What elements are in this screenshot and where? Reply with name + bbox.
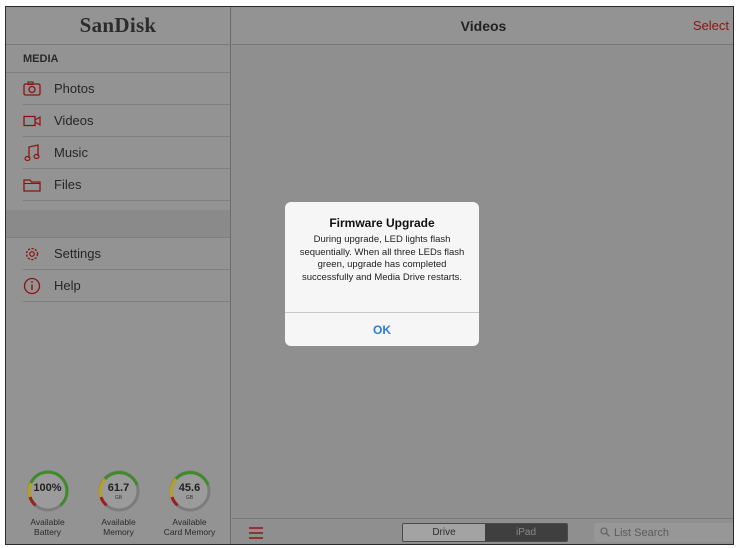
select-button[interactable]: Select bbox=[693, 18, 729, 33]
card-memory-unit: GB bbox=[185, 495, 194, 501]
sandisk-logo: SanDisk bbox=[79, 13, 157, 37]
search-placeholder: List Search bbox=[614, 526, 670, 539]
card-memory-caption: Available Card Memory bbox=[163, 517, 216, 537]
sidebar-item-photos[interactable]: Photos bbox=[23, 73, 230, 105]
media-section-label: MEDIA bbox=[6, 45, 230, 73]
memory-caption: Available Memory bbox=[101, 517, 136, 537]
segment-ipad[interactable]: iPad bbox=[485, 524, 567, 541]
music-note-icon bbox=[23, 143, 41, 162]
logo-bar: SanDisk bbox=[6, 7, 230, 45]
storage-gauges: 100% Available Battery 61.7 GB Available… bbox=[6, 469, 231, 537]
battery-gauge: 100% Available Battery bbox=[15, 469, 81, 537]
card-memory-value: 45.6 bbox=[178, 482, 201, 494]
firmware-upgrade-alert: Firmware Upgrade During upgrade, LED lig… bbox=[285, 202, 479, 346]
sidebar-item-music[interactable]: Music bbox=[23, 137, 230, 169]
bottom-toolbar: Drive iPad List Search bbox=[232, 518, 733, 544]
page-title: Videos bbox=[460, 18, 507, 34]
memory-gauge: 61.7 GB Available Memory bbox=[86, 469, 152, 537]
sidebar: SanDisk MEDIA Photos Videos Music Files bbox=[6, 7, 231, 544]
memory-unit: GB bbox=[114, 495, 123, 501]
alert-title: Firmware Upgrade bbox=[329, 216, 435, 230]
battery-value: 100% bbox=[33, 482, 62, 494]
info-icon bbox=[23, 277, 41, 295]
sidebar-separator-band bbox=[6, 210, 230, 238]
camera-icon bbox=[23, 80, 41, 98]
battery-caption: Available Battery bbox=[30, 517, 65, 537]
sidebar-item-label: Files bbox=[54, 177, 82, 192]
ok-button[interactable]: OK bbox=[285, 313, 479, 346]
gear-icon bbox=[23, 245, 41, 263]
list-search-field[interactable]: List Search bbox=[594, 523, 733, 542]
sidebar-item-label: Settings bbox=[54, 246, 101, 261]
sidebar-item-label: Videos bbox=[54, 113, 94, 128]
card-memory-gauge: 45.6 GB Available Card Memory bbox=[157, 469, 223, 537]
video-camera-icon bbox=[23, 112, 41, 130]
sidebar-item-videos[interactable]: Videos bbox=[23, 105, 230, 137]
alert-message: During upgrade, LED lights flash sequent… bbox=[299, 234, 465, 283]
hamburger-menu-icon[interactable] bbox=[249, 526, 263, 539]
sidebar-item-files[interactable]: Files bbox=[23, 169, 230, 201]
sidebar-item-label: Photos bbox=[54, 81, 95, 96]
source-segmented-control: Drive iPad bbox=[402, 523, 568, 542]
navigation-bar: Videos Select bbox=[232, 7, 733, 45]
sidebar-item-settings[interactable]: Settings bbox=[23, 238, 230, 270]
app-window: SanDisk MEDIA Photos Videos Music Files bbox=[5, 6, 734, 545]
folder-icon bbox=[23, 176, 41, 194]
segment-drive[interactable]: Drive bbox=[403, 524, 485, 541]
sidebar-item-help[interactable]: Help bbox=[23, 270, 230, 302]
memory-value: 61.7 bbox=[107, 482, 130, 494]
sidebar-item-label: Help bbox=[54, 278, 81, 293]
sidebar-item-label: Music bbox=[54, 145, 88, 160]
search-icon bbox=[600, 524, 610, 542]
